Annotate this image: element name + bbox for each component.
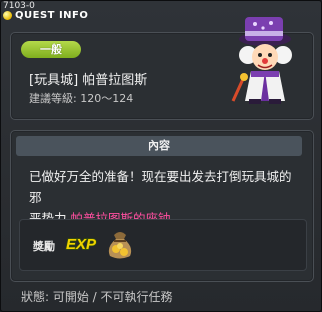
- exp-label: EXP: [66, 236, 97, 253]
- window-title: QUEST INFO: [15, 10, 89, 21]
- reward-label: 獎勵: [33, 240, 55, 253]
- reward-box: [19, 219, 307, 271]
- title-dot-icon: [3, 11, 12, 20]
- npc-portrait: [231, 17, 292, 104]
- quest-category-badge: 一般: [21, 41, 81, 58]
- exp-icon[interactable]: EXP: [65, 233, 99, 253]
- description-line-1: 已做好万全的准备！现在要出发去打倒玩具城的邪: [29, 169, 292, 205]
- content-header: 內容: [16, 136, 302, 156]
- quest-status: 狀態: 可開始 / 不可執行任務: [21, 290, 173, 304]
- title-bar[interactable]: QUEST INFO: [3, 10, 88, 21]
- quest-recommended-level: 建議等級: 120～124: [29, 92, 134, 105]
- quest-name: [玩具城] 帕普拉图斯: [29, 73, 148, 88]
- money-bag-icon[interactable]: [102, 227, 138, 261]
- quest-info-window: 7103-0 QUEST INFO 一般 [玩具城] 帕普拉图斯 建議等級: 1…: [0, 0, 322, 312]
